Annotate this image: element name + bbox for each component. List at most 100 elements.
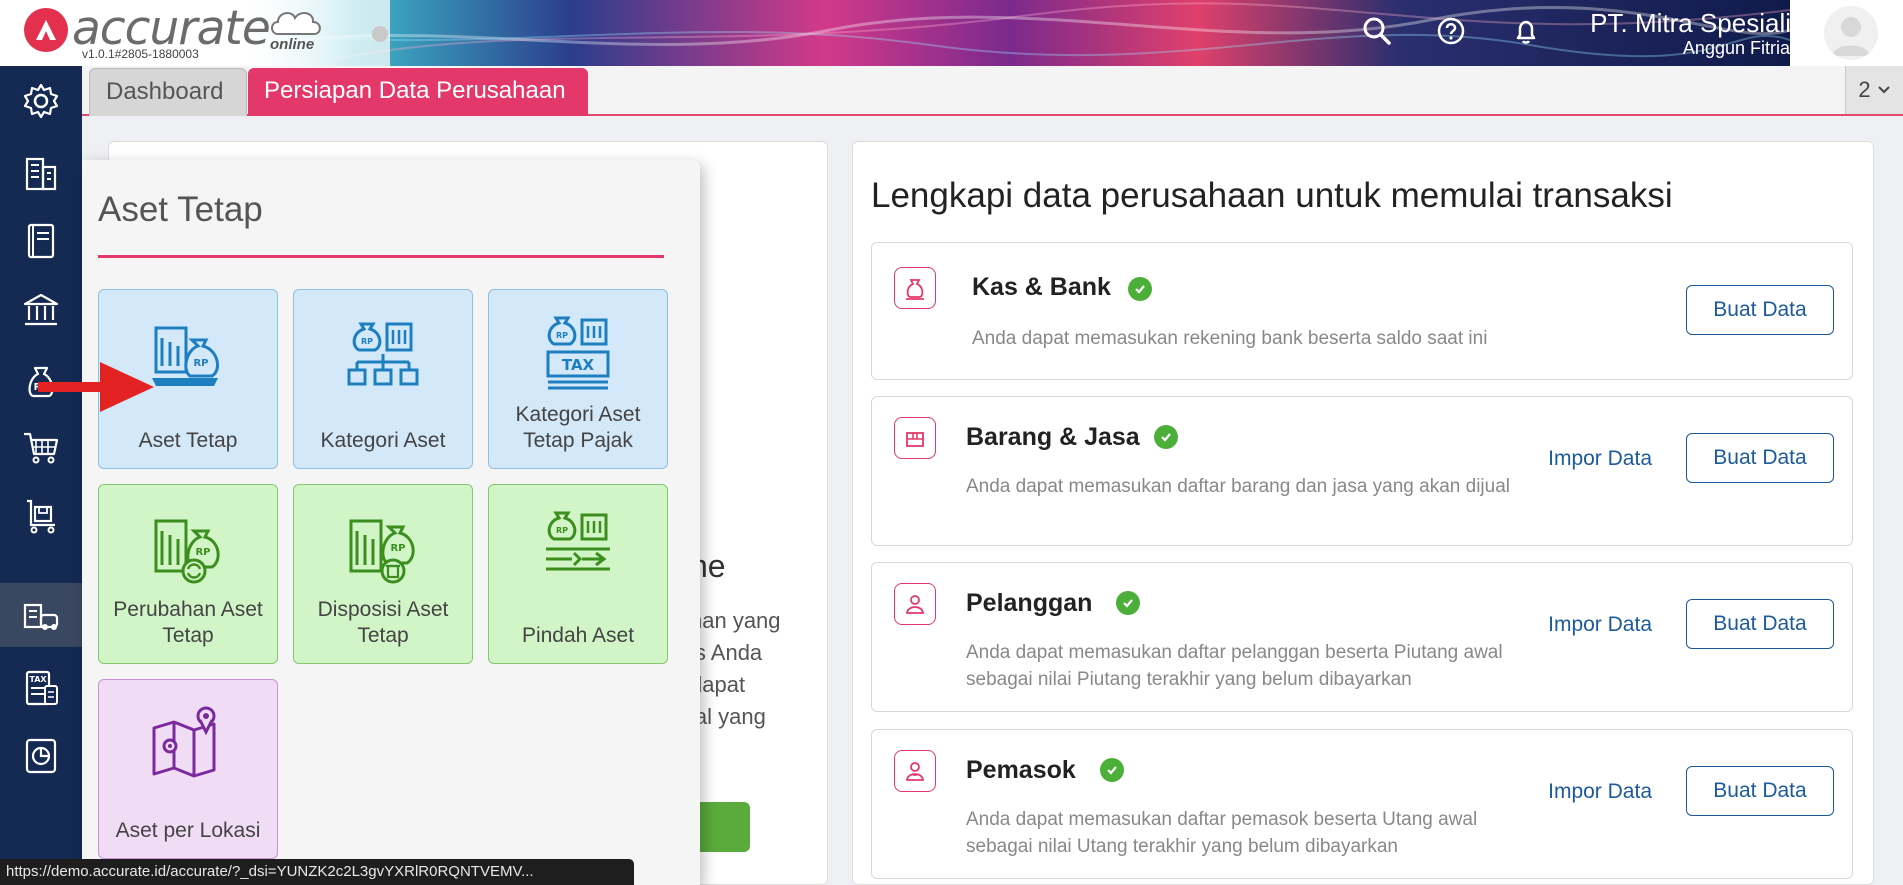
card-pelanggan: Pelanggan Anda dapat memasukan daftar pe… bbox=[871, 562, 1853, 712]
onboarding-text-line: han yang bbox=[690, 608, 781, 633]
card-description: Anda dapat memasukan daftar pelanggan be… bbox=[966, 642, 1503, 690]
card-kas-bank: Kas & Bank Anda dapat memasukan rekening… bbox=[871, 242, 1853, 380]
card-barang-jasa: Barang & Jasa Anda dapat memasukan dafta… bbox=[871, 396, 1853, 546]
sidebar-item-company[interactable] bbox=[0, 141, 82, 205]
sidebar-item-purchase[interactable] bbox=[0, 485, 82, 549]
help-icon[interactable] bbox=[1434, 14, 1468, 48]
check-icon bbox=[1154, 425, 1178, 449]
svg-text:RP: RP bbox=[556, 526, 568, 535]
svg-text:RP: RP bbox=[193, 358, 208, 369]
card-description: Anda dapat memasukan daftar barang dan j… bbox=[966, 476, 1510, 497]
tile-label: Disposisi Aset Tetap bbox=[317, 598, 449, 647]
header-wave-art bbox=[230, 0, 1790, 66]
menu-tile-pindah-aset[interactable]: RP Pindah Aset bbox=[488, 484, 668, 664]
sidebar-item-report[interactable] bbox=[0, 724, 82, 788]
card-title: Kas & Bank bbox=[972, 273, 1111, 301]
menu-tile-disposisi-aset[interactable]: RP Disposisi Aset Tetap bbox=[293, 484, 473, 664]
tax-asset-category-icon: RP TAX bbox=[546, 316, 610, 390]
onboarding-text-line: ial yang bbox=[690, 704, 766, 729]
sidebar-item-sales[interactable] bbox=[0, 416, 82, 480]
impor-data-button[interactable]: Impor Data bbox=[1548, 613, 1652, 637]
sidebar-item-ledger[interactable] bbox=[0, 209, 82, 273]
tile-label: Kategori Aset Tetap Pajak bbox=[515, 403, 641, 452]
setup-checklist-panel: Lengkapi data perusahaan untuk memulai t… bbox=[852, 141, 1874, 885]
customer-icon bbox=[894, 583, 936, 625]
card-title: Pelanggan bbox=[966, 589, 1093, 617]
supplier-icon bbox=[894, 750, 936, 792]
user-name: Anggun Fitriani bbox=[1682, 38, 1804, 58]
cloud-icon bbox=[271, 12, 321, 35]
menu-tile-perubahan-aset[interactable]: RP Perubahan Aset Tetap bbox=[98, 484, 278, 664]
fixed-asset-menu: Aset Tetap RP Aset Tetap RP Kategori Ase… bbox=[82, 160, 700, 885]
status-dot bbox=[372, 26, 388, 42]
buat-data-button[interactable]: Buat Data bbox=[1686, 766, 1834, 816]
asset-icon bbox=[23, 603, 59, 630]
tile-label: Perubahan Aset Tetap bbox=[113, 598, 263, 647]
asset-move-icon: RP bbox=[546, 511, 610, 571]
onboarding-text-fragment: han yang is Anda dapat ial yang bbox=[690, 605, 840, 733]
card-description: Anda dapat memasukan rekening bank beser… bbox=[972, 328, 1488, 349]
tab-count-dropdown[interactable]: 2 bbox=[1845, 66, 1903, 114]
svg-text:RP: RP bbox=[556, 331, 568, 340]
sidebar-item-fixed-asset[interactable] bbox=[0, 583, 82, 647]
tax-icon: TAX bbox=[25, 670, 58, 706]
check-icon bbox=[1100, 758, 1124, 782]
cash-bank-icon bbox=[894, 267, 936, 309]
asset-category-icon: RP bbox=[347, 322, 419, 386]
bank-icon bbox=[23, 293, 59, 326]
menu-tile-kategori-aset[interactable]: RP Kategori Aset bbox=[293, 289, 473, 469]
buat-data-button[interactable]: Buat Data bbox=[1686, 285, 1834, 335]
svg-text:TAX: TAX bbox=[562, 356, 595, 374]
bell-icon[interactable] bbox=[1509, 14, 1543, 48]
search-icon[interactable] bbox=[1360, 14, 1394, 48]
report-icon bbox=[25, 738, 57, 774]
book-icon bbox=[27, 223, 55, 259]
version-text: v1.0.1#2805-1880003 bbox=[82, 47, 199, 61]
fixed-asset-icon: RP bbox=[152, 326, 219, 386]
buat-data-button[interactable]: Buat Data bbox=[1686, 433, 1834, 483]
svg-text:RP: RP bbox=[390, 543, 405, 554]
trolley-icon bbox=[27, 499, 55, 534]
tile-label: Aset per Lokasi bbox=[115, 819, 261, 842]
sidebar-item-settings[interactable] bbox=[0, 69, 82, 133]
tile-label: Aset Tetap bbox=[138, 429, 238, 452]
logo-mark-icon bbox=[24, 8, 68, 52]
chevron-down-icon[interactable] bbox=[1881, 22, 1897, 38]
buat-data-button[interactable]: Buat Data bbox=[1686, 599, 1834, 649]
left-sidebar: Rp TAX bbox=[0, 66, 82, 885]
card-description: Anda dapat memasukan daftar pemasok bese… bbox=[966, 809, 1478, 857]
card-pemasok: Pemasok Anda dapat memasukan daftar pema… bbox=[871, 729, 1853, 879]
check-icon bbox=[1128, 277, 1152, 301]
menu-tile-aset-per-lokasi[interactable]: Aset per Lokasi bbox=[98, 679, 278, 859]
svg-text:TAX: TAX bbox=[29, 675, 47, 684]
goods-icon bbox=[894, 417, 936, 459]
app-header: accurate online v1.0.1#2805-1880003 PT. … bbox=[0, 0, 1903, 66]
building-icon bbox=[25, 157, 57, 191]
onboarding-text-line: dapat bbox=[690, 672, 746, 697]
svg-text:RP: RP bbox=[195, 547, 210, 558]
asset-disposal-icon: RP bbox=[349, 519, 415, 584]
tab-bar: Dashboard Persiapan Data Perusahaan 2 bbox=[82, 66, 1903, 116]
accurate-logo[interactable]: accurate bbox=[24, 5, 271, 52]
company-info[interactable]: PT. Mitra Spesialis Anggun Fitriani bbox=[1590, 8, 1804, 58]
menu-tile-kategori-aset-pajak[interactable]: RP TAX Kategori Aset Tetap Pajak bbox=[488, 289, 668, 469]
tab-dashboard[interactable]: Dashboard bbox=[89, 68, 247, 116]
sidebar-item-bank[interactable] bbox=[0, 278, 82, 342]
card-title: Barang & Jasa bbox=[966, 423, 1140, 451]
tab-count-value: 2 bbox=[1858, 77, 1871, 102]
svg-text:RP: RP bbox=[361, 337, 373, 346]
impor-data-button[interactable]: Impor Data bbox=[1548, 780, 1652, 804]
tile-label: Pindah Aset bbox=[521, 624, 635, 647]
cart-icon bbox=[24, 432, 59, 464]
impor-data-button[interactable]: Impor Data bbox=[1548, 447, 1652, 471]
map-location-icon bbox=[152, 706, 216, 778]
tab-persiapan-data[interactable]: Persiapan Data Perusahaan bbox=[248, 68, 588, 116]
status-url-bar: https://demo.accurate.id/accurate/?_dsi=… bbox=[0, 859, 634, 885]
sidebar-item-tax[interactable]: TAX bbox=[0, 656, 82, 720]
chevron-down-icon bbox=[1877, 86, 1890, 94]
asset-change-icon: RP bbox=[154, 519, 220, 584]
avatar[interactable] bbox=[1824, 6, 1878, 60]
onboarding-text-line: is Anda bbox=[690, 640, 763, 665]
check-icon bbox=[1116, 591, 1140, 615]
tile-label: Kategori Aset bbox=[320, 429, 446, 452]
